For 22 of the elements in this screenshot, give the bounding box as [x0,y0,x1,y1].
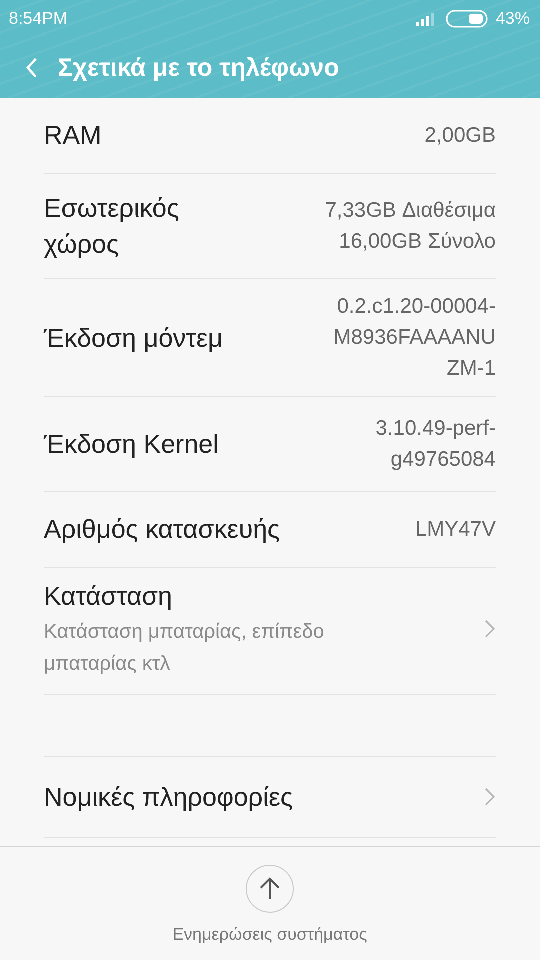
update-button[interactable] [246,865,294,913]
screen-title: Σχετικά με το τηλέφωνο [58,54,340,82]
setting-label: RAM [44,119,102,152]
status-time: 8:54PM [9,9,68,29]
setting-label[interactable]: Κατάσταση [44,578,404,614]
setting-label: Αριθμός κατασκευής [44,513,280,546]
battery-percentage: 43% [496,9,530,29]
chevron-right-icon [484,787,496,807]
setting-value: 3.10.49-perf- g49765084 [376,416,496,473]
setting-label: Έκδοση μόντεμ [44,322,224,354]
setting-value: LMY47V [415,516,496,542]
battery-icon [446,10,488,28]
setting-label: Έκδοση Kernel [44,428,220,461]
setting-label: Εσωτερικός χώρος [44,192,180,261]
chevron-right-icon [484,619,496,639]
arrow-up-icon [259,877,281,901]
setting-value: 0.2.c1.20-00004- M8936FAAAANU ZM-1 [334,294,496,382]
update-label: Ενημερώσεις συστήματος [172,925,368,945]
setting-value: 2,00GB [424,122,496,148]
setting-label[interactable]: Νομικές πληροφορίες [44,779,293,815]
setting-description: Κατάσταση μπαταρίας, επίπεδο μπαταρίας κτλ [44,620,326,677]
setting-value: 7,33GB Διαθέσιμα 16,00GB Σύνολο [325,198,496,255]
